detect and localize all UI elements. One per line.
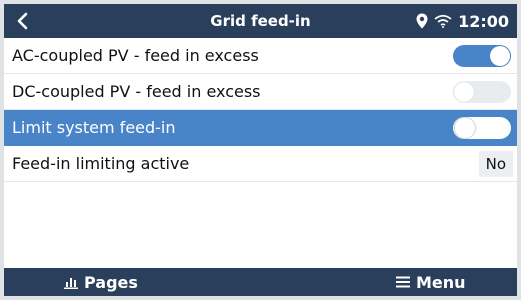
setting-label: DC-coupled PV - feed in excess [12, 82, 261, 101]
screen: Grid feed-in 12:00 AC-coupled PV - feed … [4, 4, 517, 296]
setting-feed-in-limiting-active: Feed-in limiting active No [4, 146, 517, 182]
status-area: 12:00 [416, 4, 509, 38]
settings-list: AC-coupled PV - feed in excess DC-couple… [4, 38, 517, 182]
setting-limit-system-feed-in[interactable]: Limit system feed-in [4, 110, 517, 146]
setting-label: AC-coupled PV - feed in excess [12, 46, 259, 65]
setting-label: Feed-in limiting active [12, 154, 190, 173]
dc-coupled-pv-toggle[interactable] [453, 81, 511, 103]
limit-feed-in-toggle[interactable] [453, 117, 511, 139]
menu-button[interactable]: Menu [396, 268, 466, 296]
location-pin-icon [416, 13, 428, 29]
pages-icon [64, 278, 78, 289]
clock: 12:00 [458, 11, 509, 31]
wifi-icon [434, 14, 452, 28]
toggle-knob [454, 117, 476, 139]
toggle-knob [490, 46, 510, 66]
pages-label: Pages [84, 272, 138, 292]
pages-button[interactable]: Pages [64, 268, 138, 296]
hamburger-icon [396, 276, 410, 288]
setting-label: Limit system feed-in [12, 118, 176, 137]
setting-dc-coupled-pv-feed-in[interactable]: DC-coupled PV - feed in excess [4, 74, 517, 110]
toggle-knob [454, 82, 474, 102]
title-bar: Grid feed-in 12:00 [4, 4, 517, 38]
ac-coupled-pv-toggle[interactable] [453, 45, 511, 67]
bottom-bar: Pages Menu [4, 268, 517, 296]
setting-ac-coupled-pv-feed-in[interactable]: AC-coupled PV - feed in excess [4, 38, 517, 74]
feed-in-limiting-value: No [478, 151, 513, 177]
menu-label: Menu [416, 272, 466, 292]
